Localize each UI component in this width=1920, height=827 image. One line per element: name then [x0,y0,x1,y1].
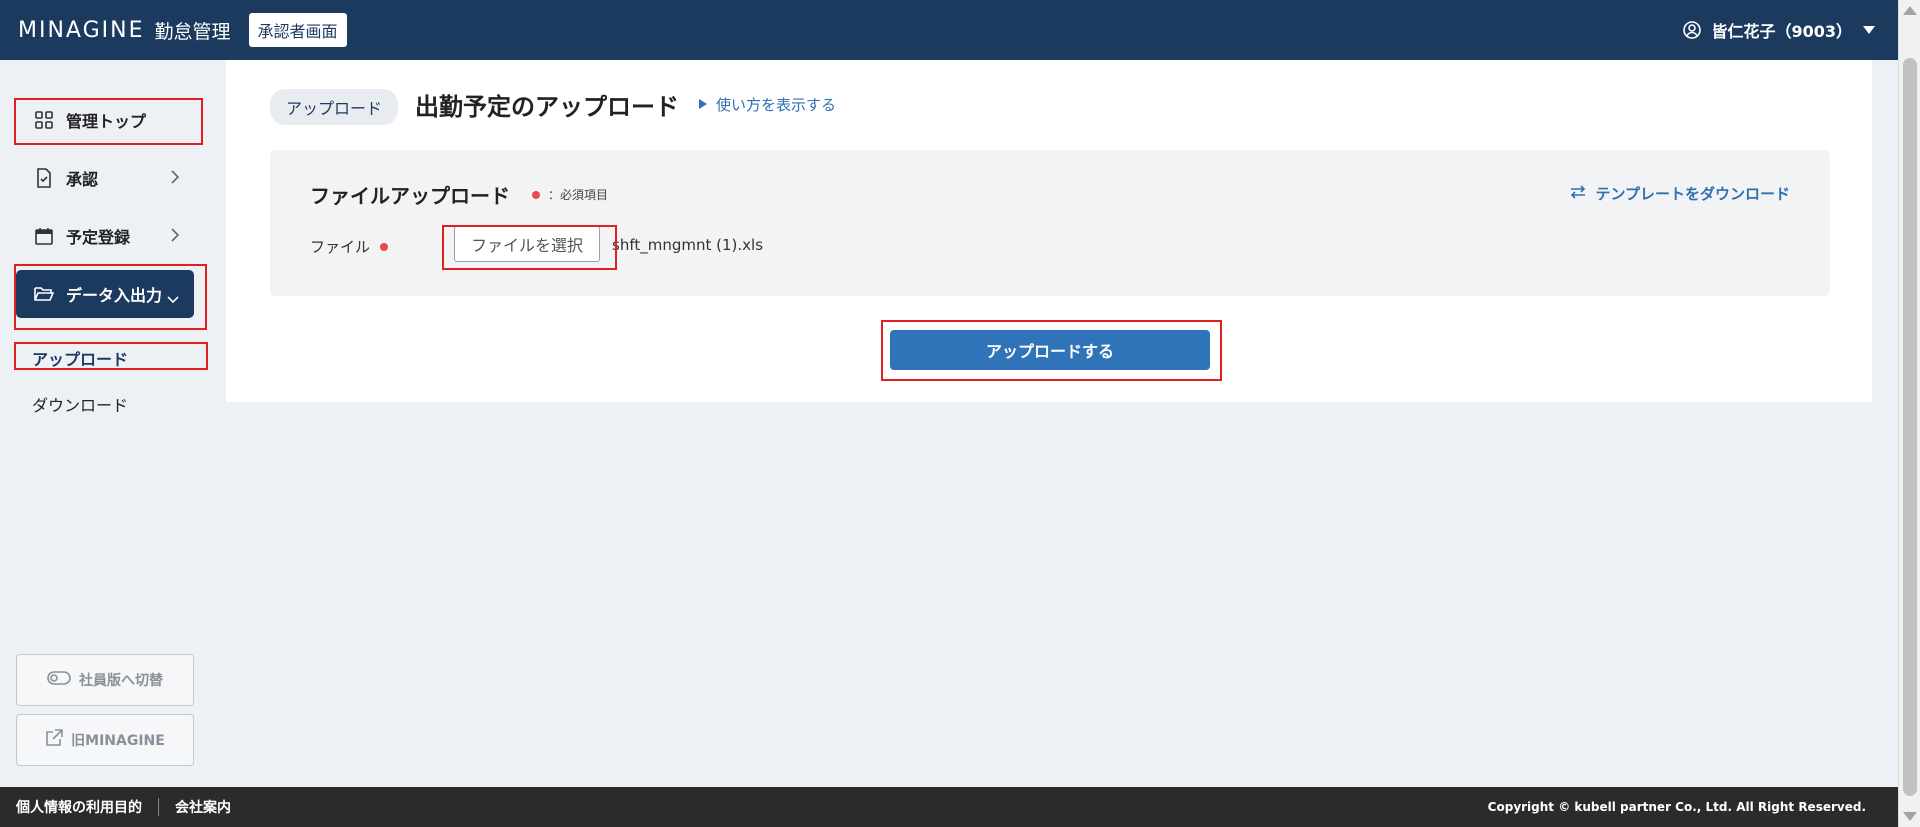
choose-file-button[interactable]: ファイルを選択 [454,226,600,262]
scroll-up-arrow-icon[interactable] [1903,6,1917,15]
panel-title: ファイルアップロード [310,184,510,208]
breadcrumb: アップロード [270,89,399,125]
user-menu[interactable]: 皆仁花子（9003） [1683,0,1876,60]
grid-icon [34,110,54,130]
calendar-icon [34,226,54,246]
footer-divider [158,798,159,816]
sidebar-subitem-download[interactable]: ダウンロード [32,392,128,416]
brand-logo[interactable]: MINAGINE [18,18,144,43]
mode-badge: 承認者画面 [248,13,347,47]
app-header: MINAGINE 勤怠管理 承認者画面 皆仁花子（9003） [0,0,1898,60]
chevron-down-icon [166,290,180,309]
sidebar-item-admin-top[interactable]: 管理トップ [16,96,194,144]
sidebar-item-label: 予定登録 [66,228,131,247]
swap-arrows-icon [1569,184,1587,204]
required-note: ：必須項目 [548,188,609,202]
brand-subtitle: 勤怠管理 [154,20,231,43]
required-dot-icon [532,190,540,199]
switch-to-employee-button[interactable]: 社員版へ切替 [16,654,194,706]
legacy-label: 旧MINAGINE [71,733,165,749]
company-link[interactable]: 会社案内 [175,797,231,817]
sidebar-item-label: データ入出力 [66,286,163,305]
scroll-down-arrow-icon[interactable] [1903,812,1917,821]
scroll-thumb[interactable] [1903,58,1917,796]
user-icon [1683,21,1702,39]
main-card: アップロード 出勤予定のアップロード 使い方を表示する ファイルアップロード ：… [226,60,1872,402]
sidebar: 管理トップ 承認 予定登録 データ入出力 アップロード ダウンロード 社員版へ切… [0,60,210,787]
file-upload-panel: ファイルアップロード ：必須項目 テンプレートをダウンロード ファイル ファイル… [270,150,1830,296]
sidebar-item-label: 承認 [66,170,99,189]
document-check-icon [34,168,54,188]
sidebar-item-data-io[interactable]: データ入出力 [16,270,194,318]
required-legend: ：必須項目 [532,186,608,203]
howto-link[interactable]: 使い方を表示する [698,94,836,115]
template-download-link[interactable]: テンプレートをダウンロード [1569,183,1790,204]
sidebar-item-schedule[interactable]: 予定登録 [16,212,194,260]
sidebar-subitem-upload[interactable]: アップロード [32,346,128,370]
scrollbar[interactable] [1898,0,1920,827]
footer: 個人情報の利用目的 会社案内 Copyright © kubell partne… [0,787,1898,827]
folder-open-icon [34,284,54,304]
howto-label: 使い方を表示する [716,96,837,114]
privacy-link[interactable]: 個人情報の利用目的 [16,797,142,817]
toggle-icon [47,671,71,689]
required-dot-icon [380,242,389,251]
file-label-text: ファイル [310,238,371,256]
template-link-label: テンプレートをダウンロード [1595,185,1790,203]
legacy-minagine-button[interactable]: 旧MINAGINE [16,714,194,766]
sidebar-item-label: 管理トップ [66,112,147,131]
caret-down-icon [1862,25,1876,35]
external-link-icon [45,729,63,751]
copyright: Copyright © kubell partner Co., Ltd. All… [1487,800,1866,814]
upload-button[interactable]: アップロードする [890,330,1210,370]
chevron-right-icon [170,227,180,247]
page-title: 出勤予定のアップロード [415,93,679,121]
file-field-label: ファイル [310,236,389,257]
sidebar-item-approval[interactable]: 承認 [16,154,194,202]
play-triangle-icon [698,96,708,114]
user-name: 皆仁花子（9003） [1711,22,1852,41]
chevron-right-icon [170,169,180,189]
selected-file-name: shft_mngmnt (1).xls [612,236,764,254]
switch-label: 社員版へ切替 [79,673,163,689]
